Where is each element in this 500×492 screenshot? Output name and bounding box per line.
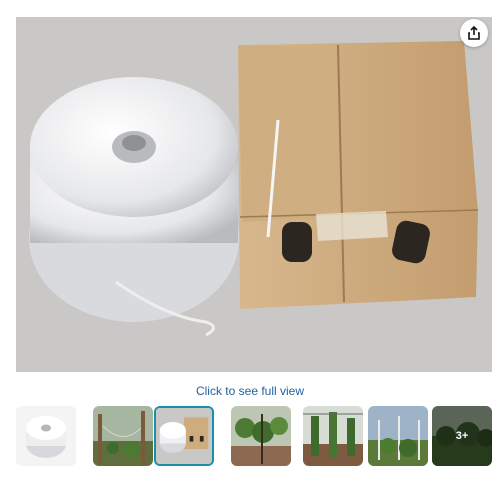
thumbnail-garden-trellis-2[interactable]	[368, 406, 428, 466]
thumbnail-garden-trellis-1[interactable]	[93, 406, 153, 466]
thumbnail-spool-with-box[interactable]	[154, 406, 214, 466]
thumbnail-garden-rows[interactable]	[303, 406, 363, 466]
thumbnail-tomato-plants[interactable]	[231, 406, 291, 466]
more-images-count: 3+	[432, 406, 492, 466]
thumbnail-strip: 3+	[16, 406, 494, 468]
thumbnail-more-images[interactable]: 3+	[432, 406, 492, 466]
share-icon	[468, 25, 480, 40]
product-main-image[interactable]	[16, 17, 492, 372]
cardboard-box	[238, 41, 479, 309]
share-button[interactable]	[460, 19, 488, 47]
twine-spool	[29, 77, 239, 337]
full-view-link[interactable]: Click to see full view	[0, 384, 500, 398]
thumbnail-twine-spool[interactable]	[16, 406, 76, 466]
